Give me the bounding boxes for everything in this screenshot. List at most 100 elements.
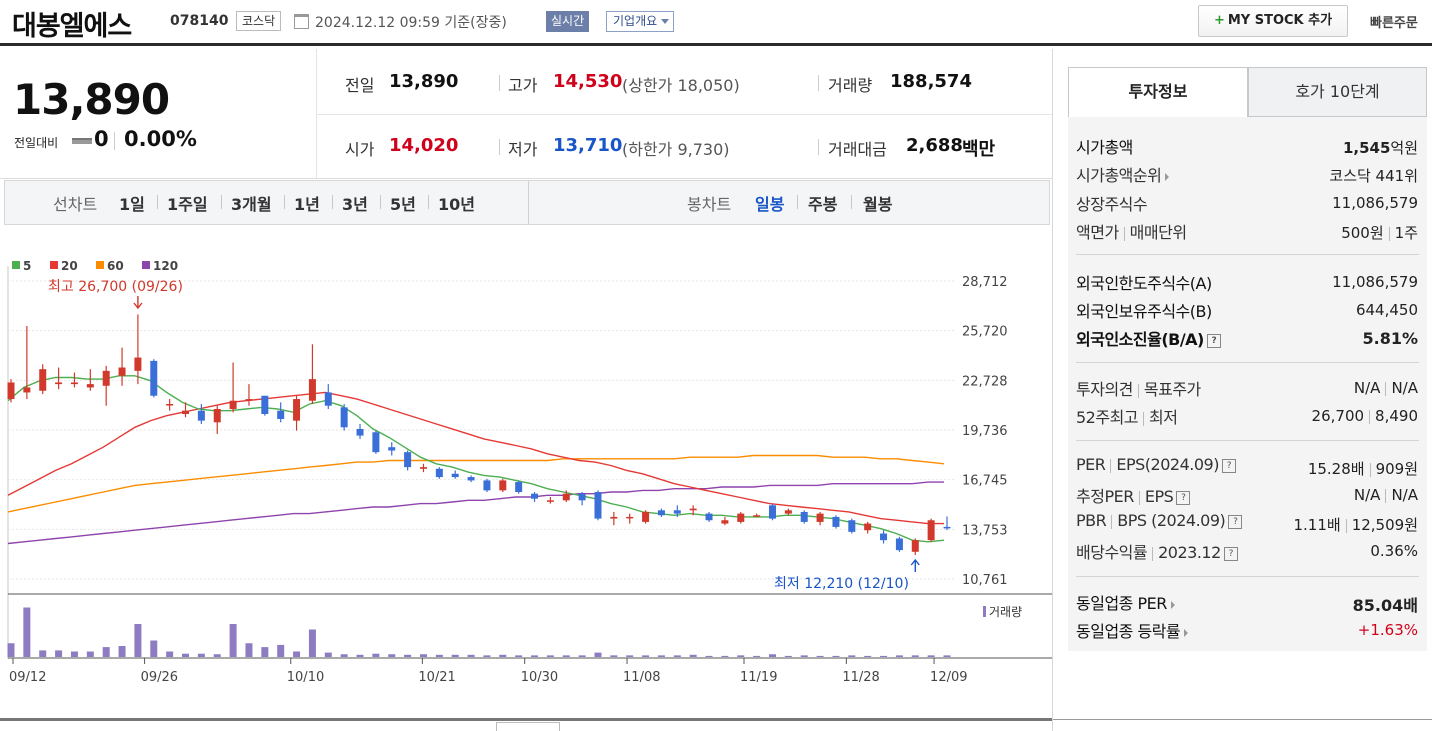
- tab-1day[interactable]: 1일: [119, 191, 145, 215]
- low-label: 저가: [508, 140, 538, 159]
- foreign-limit-value: 11,086,579: [1332, 273, 1418, 291]
- tab-3year[interactable]: 3년: [342, 191, 368, 215]
- min-price-annotation: 최저 12,210 (12/10): [774, 576, 909, 592]
- market-cap-rank-link[interactable]: 시가총액순위: [1076, 162, 1170, 186]
- candle-body: [419, 467, 427, 469]
- par-value: 500원: [1341, 224, 1384, 242]
- sector-rate-value: +1.63%: [1358, 621, 1418, 639]
- tab-10year[interactable]: 10년: [438, 191, 475, 215]
- company-info-dropdown[interactable]: 기업개요: [606, 11, 675, 32]
- tab-monthly[interactable]: 월봉: [863, 191, 892, 215]
- sector-per-value: 85.04배: [1352, 596, 1418, 615]
- sector-rate-link[interactable]: 동일업종 등락률: [1076, 618, 1189, 642]
- divider: [114, 132, 115, 150]
- volume-bar: [293, 651, 301, 657]
- amount-unit: 백만: [962, 139, 996, 160]
- volume-bar: [86, 651, 94, 657]
- candle-body: [864, 523, 872, 531]
- tab-orderbook[interactable]: 호가 10단계: [1248, 67, 1427, 117]
- opinion-text: 투자의견: [1076, 380, 1133, 399]
- foreign-ratio-value: 5.81%: [1362, 329, 1418, 348]
- foreign-ratio-label: 외국인소진율(B/A)?: [1076, 326, 1221, 350]
- help-icon[interactable]: ?: [1223, 546, 1238, 561]
- divider: [157, 195, 158, 209]
- market-cap-value: 1,545억원: [1343, 137, 1418, 158]
- candle-body: [372, 432, 380, 453]
- candle-body: [197, 410, 205, 421]
- help-icon[interactable]: ?: [1176, 490, 1191, 505]
- help-icon[interactable]: ?: [1206, 333, 1221, 348]
- candle-body: [277, 410, 285, 419]
- tab-weekly[interactable]: 주봉: [808, 191, 837, 215]
- candle-body: [55, 382, 63, 385]
- divider: [1385, 488, 1387, 503]
- price-chart[interactable]: 28,712 25,720 22,728 19,736 16,745 13,753 10,7…: [0, 226, 1052, 731]
- tab-1week[interactable]: 1주일: [167, 191, 208, 215]
- volume-bar: [531, 655, 539, 657]
- volume-bar: [737, 655, 745, 657]
- volume-bar: [277, 644, 285, 657]
- candle-body: [848, 520, 856, 532]
- tab-daily[interactable]: 일봉: [755, 191, 784, 215]
- volume-bar: [800, 655, 808, 657]
- market-cap-rank-label: 시가총액순위: [1076, 166, 1162, 185]
- volume-bar: [467, 654, 475, 657]
- y-tick-label: 10,761: [962, 573, 1008, 588]
- legend-label: 20: [61, 259, 78, 273]
- candle-body: [229, 400, 237, 410]
- candle-body: [499, 480, 507, 491]
- dividend-label: 배당수익률 2023.12?: [1076, 539, 1238, 563]
- x-tick-label: 10/10: [287, 670, 324, 685]
- 52week-value: 26,700 8,490: [1312, 407, 1418, 425]
- prev-close-value: 13,890: [389, 71, 459, 92]
- tab-invest-info[interactable]: 투자정보: [1068, 67, 1248, 117]
- volume-bar: [134, 624, 142, 657]
- divider: [1053, 719, 1432, 720]
- volume-bar: [578, 655, 586, 657]
- help-icon[interactable]: ?: [1221, 458, 1236, 473]
- timestamp: 2024.12.12 09:59 기준(장중): [315, 15, 507, 31]
- tab-3month[interactable]: 3개월: [231, 191, 272, 215]
- candle-body: [261, 395, 269, 415]
- y-tick-label: 13,753: [962, 523, 1008, 538]
- legend-swatch: [12, 261, 20, 269]
- chevron-down-icon: [661, 19, 670, 24]
- volume-bar: [483, 655, 491, 657]
- legend-label: 60: [107, 259, 124, 273]
- tab-5year[interactable]: 5년: [390, 191, 416, 215]
- volume-bar: [880, 655, 888, 657]
- candle-body: [102, 370, 110, 386]
- sector-rate-label: 동일업종 등락률: [1076, 622, 1181, 641]
- divider: [428, 195, 429, 209]
- foreign-hold-value: 644,450: [1355, 301, 1418, 319]
- sector-per-link[interactable]: 동일업종 PER: [1076, 590, 1175, 614]
- volume-bar: [657, 655, 665, 657]
- add-mystock-button[interactable]: + MY STOCK 추가: [1198, 5, 1348, 37]
- candle-body: [70, 382, 78, 385]
- x-tick-label: 11/19: [740, 670, 777, 685]
- volume-bar: [848, 655, 856, 657]
- candle-body: [895, 538, 903, 551]
- foreign-limit-label: 외국인한도주식수(A): [1076, 274, 1212, 293]
- candle-body: [753, 515, 761, 517]
- realtime-button[interactable]: 실시간: [546, 11, 590, 32]
- per-text: PER: [1076, 455, 1106, 474]
- current-price: 13,890: [13, 75, 170, 124]
- divider: [499, 75, 500, 91]
- per-val: 15.28배: [1307, 460, 1365, 478]
- candle-body: [150, 360, 158, 396]
- help-icon[interactable]: ?: [1228, 514, 1243, 529]
- per-value: 15.28배 909원: [1308, 458, 1418, 479]
- volume-bar: [911, 655, 919, 657]
- x-tick-label: 11/08: [623, 670, 660, 685]
- divider: [0, 718, 1052, 721]
- legend-swatch: [96, 261, 104, 269]
- divider: [1369, 409, 1371, 424]
- triangle-right-icon: [1184, 628, 1189, 637]
- divider: [332, 195, 333, 209]
- chart-expand-handle[interactable]: [496, 722, 560, 731]
- candle-body: [324, 392, 332, 406]
- volume-bar: [784, 655, 792, 657]
- quick-order-link[interactable]: 빠른주문: [1370, 12, 1418, 31]
- tab-1year[interactable]: 1년: [294, 191, 320, 215]
